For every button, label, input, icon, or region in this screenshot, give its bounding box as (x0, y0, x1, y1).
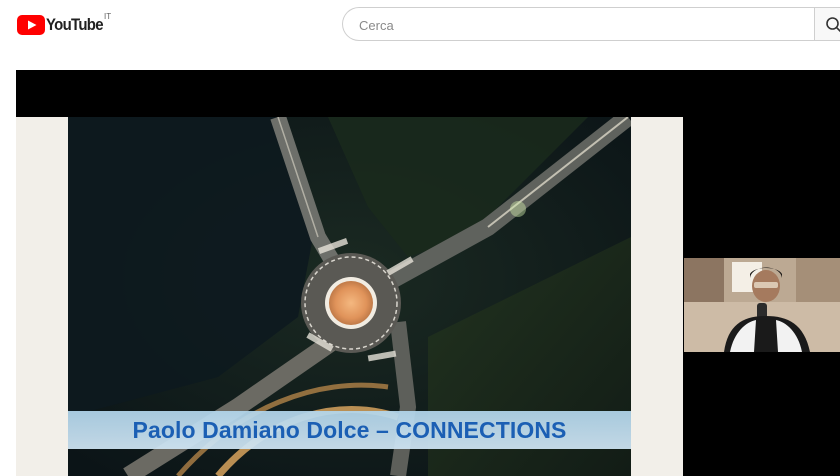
search-input[interactable] (357, 8, 801, 42)
region-code: IT (104, 12, 112, 21)
slide-title: Paolo Damiano Dolce – CONNECTIONS (132, 416, 567, 443)
youtube-play-icon (17, 15, 45, 35)
webcam-overlay (684, 258, 840, 352)
youtube-wordmark: YouTube (46, 15, 104, 34)
slide-title-banner: Paolo Damiano Dolce – CONNECTIONS (68, 411, 631, 449)
search-button[interactable] (814, 7, 840, 41)
video-player[interactable]: Paolo Damiano Dolce – CONNECTIONS (16, 70, 840, 476)
youtube-logo[interactable]: YouTube (17, 14, 111, 36)
search-icon (826, 17, 840, 33)
presentation-slide: Paolo Damiano Dolce – CONNECTIONS (16, 117, 683, 476)
masthead: YouTube IT (0, 0, 840, 56)
search-box[interactable] (342, 7, 814, 42)
